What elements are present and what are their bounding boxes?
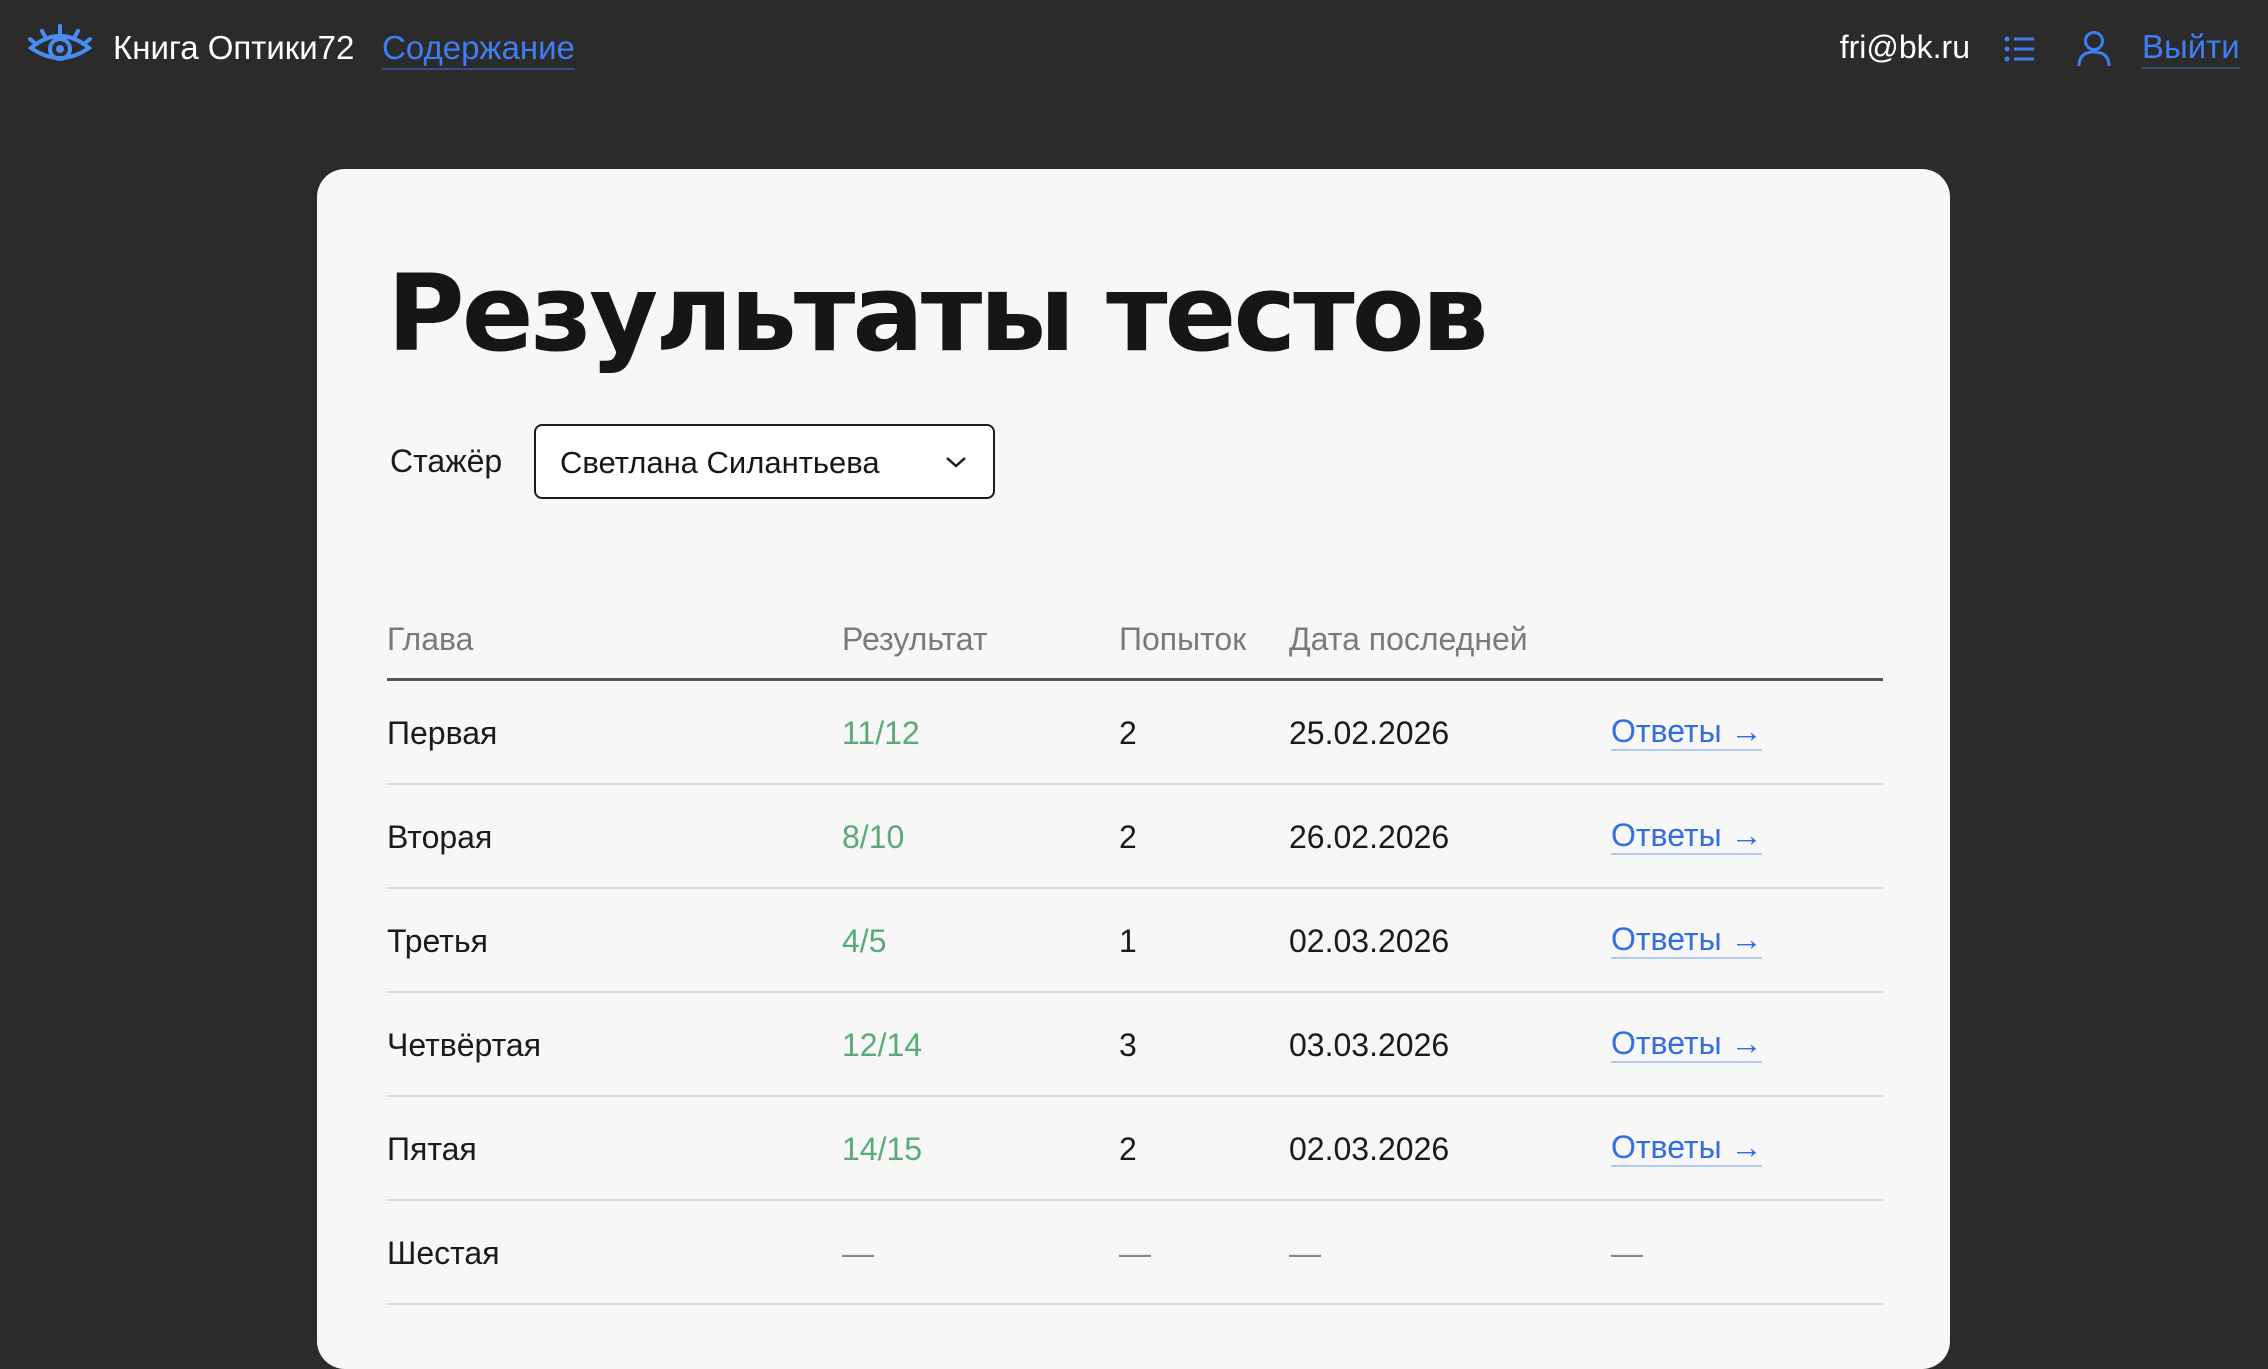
header-result: Результат xyxy=(842,621,988,657)
brand-name[interactable]: Книга Оптики72 xyxy=(113,28,354,68)
answers-link[interactable]: Ответы → xyxy=(1611,1025,1763,1063)
top-bar: Книга Оптики72 Содержание fri@bk.ru Выйт… xyxy=(0,0,2268,100)
result-cell: 12/14 xyxy=(842,1027,923,1063)
attempts-cell: 2 xyxy=(1119,1131,1137,1167)
chapter-cell: Пятая xyxy=(387,1131,477,1167)
answers-link[interactable]: Ответы → xyxy=(1611,817,1763,855)
date-cell: 02.03.2026 xyxy=(1289,923,1450,959)
chapter-cell: Шестая xyxy=(387,1235,500,1271)
list-icon[interactable] xyxy=(2004,34,2034,64)
trainee-label: Стажёр xyxy=(390,443,503,479)
date-cell: — xyxy=(1289,1235,1321,1271)
table-row: Третья 4/5 1 02.03.2026 Ответы → xyxy=(387,889,1883,993)
user-icon[interactable] xyxy=(2076,30,2112,68)
chapter-cell: Вторая xyxy=(387,819,493,855)
attempts-cell: 1 xyxy=(1119,923,1137,959)
result-cell: — xyxy=(842,1235,874,1271)
chapter-cell: Четвёртая xyxy=(387,1027,542,1063)
table-row: Четвёртая 12/14 3 03.03.2026 Ответы → xyxy=(387,993,1883,1097)
header-last-date: Дата последней xyxy=(1289,621,1528,657)
chevron-down-icon xyxy=(945,454,967,470)
header-chapter: Глава xyxy=(387,621,474,657)
page-title: Результаты тестов xyxy=(387,252,1489,375)
attempts-cell: 3 xyxy=(1119,1027,1137,1063)
results-table: Глава Результат Попыток Дата последней П… xyxy=(387,609,1883,1305)
table-header: Глава Результат Попыток Дата последней xyxy=(387,609,1883,681)
answers-placeholder: — xyxy=(1611,1235,1643,1271)
chapter-cell: Третья xyxy=(387,923,488,959)
attempts-cell: 2 xyxy=(1119,819,1137,855)
user-email: fri@bk.ru xyxy=(1839,29,1970,65)
date-cell: 02.03.2026 xyxy=(1289,1131,1450,1167)
answers-link[interactable]: Ответы → xyxy=(1611,713,1763,751)
result-cell: 8/10 xyxy=(842,819,905,855)
date-cell: 03.03.2026 xyxy=(1289,1027,1450,1063)
chapter-cell: Первая xyxy=(387,715,498,751)
answers-link[interactable]: Ответы → xyxy=(1611,1129,1763,1167)
result-cell: 11/12 xyxy=(842,715,920,751)
logout-link[interactable]: Выйти xyxy=(2142,27,2240,69)
table-row: Пятая 14/15 2 02.03.2026 Ответы → xyxy=(387,1097,1883,1201)
attempts-cell: — xyxy=(1119,1235,1151,1271)
result-cell: 4/5 xyxy=(842,923,887,959)
result-cell: 14/15 xyxy=(842,1131,923,1167)
trainee-select-value: Светлана Силантьева xyxy=(560,445,880,480)
answers-link[interactable]: Ответы → xyxy=(1611,921,1763,959)
trainee-select[interactable]: Светлана Силантьева xyxy=(534,424,995,499)
date-cell: 25.02.2026 xyxy=(1289,715,1450,751)
contents-link[interactable]: Содержание xyxy=(382,28,575,70)
table-row: Первая 11/12 2 25.02.2026 Ответы → xyxy=(387,681,1883,785)
attempts-cell: 2 xyxy=(1119,715,1137,751)
table-row: Вторая 8/10 2 26.02.2026 Ответы → xyxy=(387,785,1883,889)
date-cell: 26.02.2026 xyxy=(1289,819,1450,855)
eye-icon[interactable] xyxy=(27,22,93,68)
header-attempts: Попыток xyxy=(1119,621,1247,657)
results-card: Результаты тестов Стажёр Светлана Силант… xyxy=(317,169,1950,1369)
table-row: Шестая — — — — xyxy=(387,1201,1883,1305)
